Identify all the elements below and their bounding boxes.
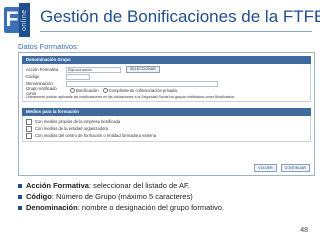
bullet-term: Código (26, 192, 52, 201)
bullet-term: Denominación (26, 203, 78, 212)
medio-option: Con medios del centro de formación o ent… (26, 132, 307, 139)
bullet-square-icon (18, 183, 22, 188)
logo-side-text: online (19, 3, 30, 37)
bullet-list: Acción Formativa : seleccionar del lista… (18, 180, 224, 213)
bullet-square-icon (18, 194, 22, 199)
title-divider (40, 31, 312, 32)
medio-label-2: Con medios de la entidad organizadora (35, 126, 109, 131)
page-title: Gestión de Bonificaciones de la FTFE (40, 7, 320, 26)
bullet-item: Acción Formativa : seleccionar del lista… (18, 180, 224, 191)
form-actions: VOLVER CONTINUAR (254, 164, 310, 172)
cofinanciacion-label: Cumplimiento cofinanciación privada (108, 88, 177, 93)
section-header-denominacion: Denominación Grupo (22, 56, 311, 64)
row-denominacion: Denominación (26, 80, 307, 87)
page-number: 48 (300, 227, 308, 234)
accion-select[interactable]: Elija una acción (66, 66, 121, 73)
cofinanciacion-radio[interactable] (102, 88, 108, 93)
bullet-square-icon (18, 205, 22, 210)
denominacion-field[interactable] (66, 80, 218, 87)
section-header-medios: Medios para la formación (22, 108, 311, 116)
medio-checkbox-2[interactable] (26, 125, 32, 132)
medio-label-3: Con medios del centro de formación o ent… (35, 133, 157, 138)
accion-label: Acción Formativa (26, 67, 59, 72)
seleccionar-button[interactable]: SELECCIONAR (126, 66, 160, 73)
grupo-label: Grupo notificado como (26, 85, 57, 96)
section-subtitle: Datos Formativos: (18, 42, 79, 51)
medio-option: Con medios propios de la empresa bonific… (26, 118, 307, 125)
codigo-label: Código (26, 74, 40, 79)
bullet-desc: : Número de Grupo (máximo 5 caracteres) (51, 192, 193, 201)
bonificacion-label: Bonificación (76, 88, 99, 93)
bullet-item: Denominación : nombre o designación del … (18, 202, 224, 213)
medio-label-1: Con medios propios de la empresa bonific… (35, 119, 121, 124)
bullet-desc: : nombre o designación del grupo formati… (77, 203, 225, 212)
brand-logo: F online (4, 3, 32, 37)
medio-checkbox-1[interactable] (26, 118, 32, 125)
medio-checkbox-3[interactable] (26, 132, 32, 139)
bullet-desc: : seleccionar del listado de AF. (88, 181, 190, 190)
volver-button[interactable]: VOLVER (254, 164, 277, 172)
bullet-item: Código : Número de Grupo (máximo 5 carac… (18, 191, 224, 202)
row-grupo: Grupo notificado como Bonificación Cumpl… (26, 85, 307, 96)
row-accion: Acción Formativa Elija una acción SELECC… (26, 66, 307, 73)
form-screenshot: Denominación Grupo Acción Formativa Elij… (18, 52, 315, 176)
bonificacion-note: Únicamente podrán aplicarse las bonifica… (26, 95, 236, 99)
codigo-field[interactable] (66, 73, 90, 80)
continuar-button[interactable]: CONTINUAR (280, 164, 310, 172)
row-codigo: Código (26, 73, 307, 80)
medio-option: Con medios de la entidad organizadora (26, 125, 307, 132)
bonificacion-radio[interactable] (70, 88, 75, 93)
bullet-term: Acción Formativa (26, 181, 89, 190)
medios-options: Con medios propios de la empresa bonific… (22, 116, 311, 142)
group-fields: Acción Formativa Elija una acción SELECC… (22, 64, 311, 102)
logo-letter: F (4, 7, 20, 33)
